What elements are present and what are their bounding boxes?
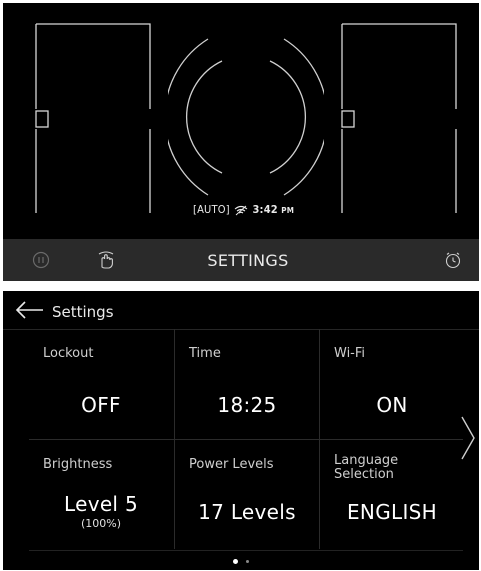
pause-button[interactable] [29, 239, 53, 281]
page-indicator [3, 559, 479, 564]
tile-value: 17 Levels [198, 500, 296, 524]
auto-indicator: [AUTO] [193, 203, 230, 216]
pause-icon [32, 251, 50, 269]
back-arrow-icon[interactable] [15, 300, 45, 320]
settings-grid: Lockout OFF Time 18:25 Wi-Fi ON Brightne… [29, 329, 463, 551]
tile-power-levels[interactable]: Power Levels 17 Levels [175, 440, 319, 550]
tile-time[interactable]: Time 18:25 [175, 329, 319, 439]
tile-value: OFF [81, 393, 121, 417]
tile-value: Level 5 [64, 492, 138, 516]
wifi-icon [234, 205, 248, 215]
center-zone-arcs[interactable] [168, 27, 324, 207]
clock-ampm: PM [281, 206, 295, 215]
page-dot-active[interactable] [233, 559, 238, 564]
settings-button[interactable]: SETTINGS [173, 239, 323, 281]
tile-label: Language Selection [334, 453, 399, 482]
settings-screen: Settings Lockout OFF Time 18:25 Wi-Fi ON… [3, 291, 479, 570]
grid-bottom-divider [29, 550, 463, 551]
chevron-right-icon[interactable] [459, 415, 477, 461]
tile-label: Power Levels [189, 457, 274, 472]
clock-time: 3:42 [252, 203, 278, 216]
tile-lockout[interactable]: Lockout OFF [29, 329, 173, 439]
right-cooking-zone[interactable] [341, 23, 457, 213]
tile-value: ENGLISH [347, 500, 437, 524]
status-line: [AUTO] 3:42 PM [193, 203, 294, 216]
settings-header: Settings [3, 291, 479, 330]
tile-value: ON [376, 393, 408, 417]
tile-value: 18:25 [217, 393, 277, 417]
page-title: Settings [52, 303, 114, 321]
tile-subvalue: (100%) [80, 517, 122, 530]
touch-control-button[interactable] [93, 239, 119, 281]
tile-language[interactable]: Language Selection ENGLISH [320, 440, 464, 550]
tile-label: Time [189, 346, 221, 361]
left-cooking-zone[interactable] [35, 23, 151, 213]
touch-icon [98, 251, 114, 269]
cooktop-display: [AUTO] 3:42 PM SETTINGS [3, 3, 479, 281]
page-dot-inactive[interactable] [246, 560, 249, 563]
timer-button[interactable] [441, 239, 465, 281]
tile-label: Brightness [43, 457, 113, 472]
tile-label: Lockout [43, 346, 94, 361]
timer-icon [445, 252, 461, 269]
bottom-control-bar: SETTINGS [3, 239, 479, 281]
tile-wifi[interactable]: Wi-Fi ON [320, 329, 464, 439]
tile-brightness[interactable]: Brightness Level 5 (100%) [29, 440, 173, 550]
tile-label: Wi-Fi [334, 346, 366, 361]
